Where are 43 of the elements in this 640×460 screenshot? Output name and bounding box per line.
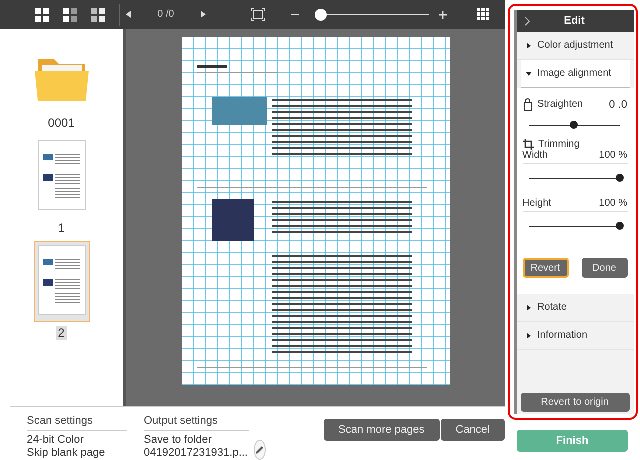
value-text: 100 % <box>599 198 628 209</box>
thumbnail-item[interactable]: 1 <box>34 136 90 236</box>
slider-thumb[interactable] <box>616 222 624 230</box>
slider-thumb[interactable] <box>315 8 328 21</box>
slider-thumb[interactable] <box>570 121 578 129</box>
value-text: 100 % <box>599 150 628 161</box>
section-title: Scan settings <box>27 415 127 431</box>
page-thumbnail-drawing <box>38 245 86 316</box>
previous-page-icon[interactable] <box>126 11 131 18</box>
option-label: Height <box>522 198 552 209</box>
page-thumbnail-drawing <box>38 140 86 210</box>
footer-button[interactable]: Cancel <box>440 419 505 441</box>
grid-view-icon[interactable] <box>35 8 49 22</box>
section-header[interactable]: Image alignment <box>520 60 630 88</box>
option-label: Straighten <box>538 99 584 110</box>
setting-text: Save to folder <box>144 434 213 447</box>
action-button[interactable]: Done <box>582 258 628 278</box>
option-label: Trimming <box>538 139 580 150</box>
option-label: Width <box>522 150 548 161</box>
zoom-out-icon[interactable] <box>291 14 299 16</box>
thumbnail-item[interactable]: 0001 <box>30 49 94 130</box>
crop-icon <box>522 139 534 150</box>
slider-thumb[interactable] <box>616 174 624 182</box>
setting-text: Skip blank page <box>27 447 106 460</box>
setting-text: 24-bit Color <box>27 434 85 447</box>
edit-settings-button[interactable] <box>254 440 266 460</box>
thumbnail-grid-icon[interactable] <box>477 8 490 22</box>
collapse-panel-icon[interactable] <box>524 16 530 26</box>
setting-text: 04192017231931.p... <box>144 447 248 460</box>
next-page-icon[interactable] <box>201 11 206 18</box>
tile-view-icon[interactable] <box>91 8 105 22</box>
footer-button[interactable]: Scan more pages <box>324 419 440 441</box>
section-title: Output settings <box>144 415 249 431</box>
panel-title: Edit <box>563 15 586 27</box>
split-view-icon[interactable] <box>63 8 77 22</box>
fit-page-icon[interactable] <box>251 8 265 22</box>
straighten-slider[interactable] <box>528 121 620 129</box>
action-button[interactable]: Revert <box>522 258 568 278</box>
value-text: 0 .0 <box>609 98 628 110</box>
page-counter: 0 /0 <box>156 9 176 20</box>
zoom-in-icon[interactable] <box>439 10 447 19</box>
pencil-icon <box>255 445 265 455</box>
revert-to-origin-button[interactable]: Revert to origin <box>520 393 630 412</box>
